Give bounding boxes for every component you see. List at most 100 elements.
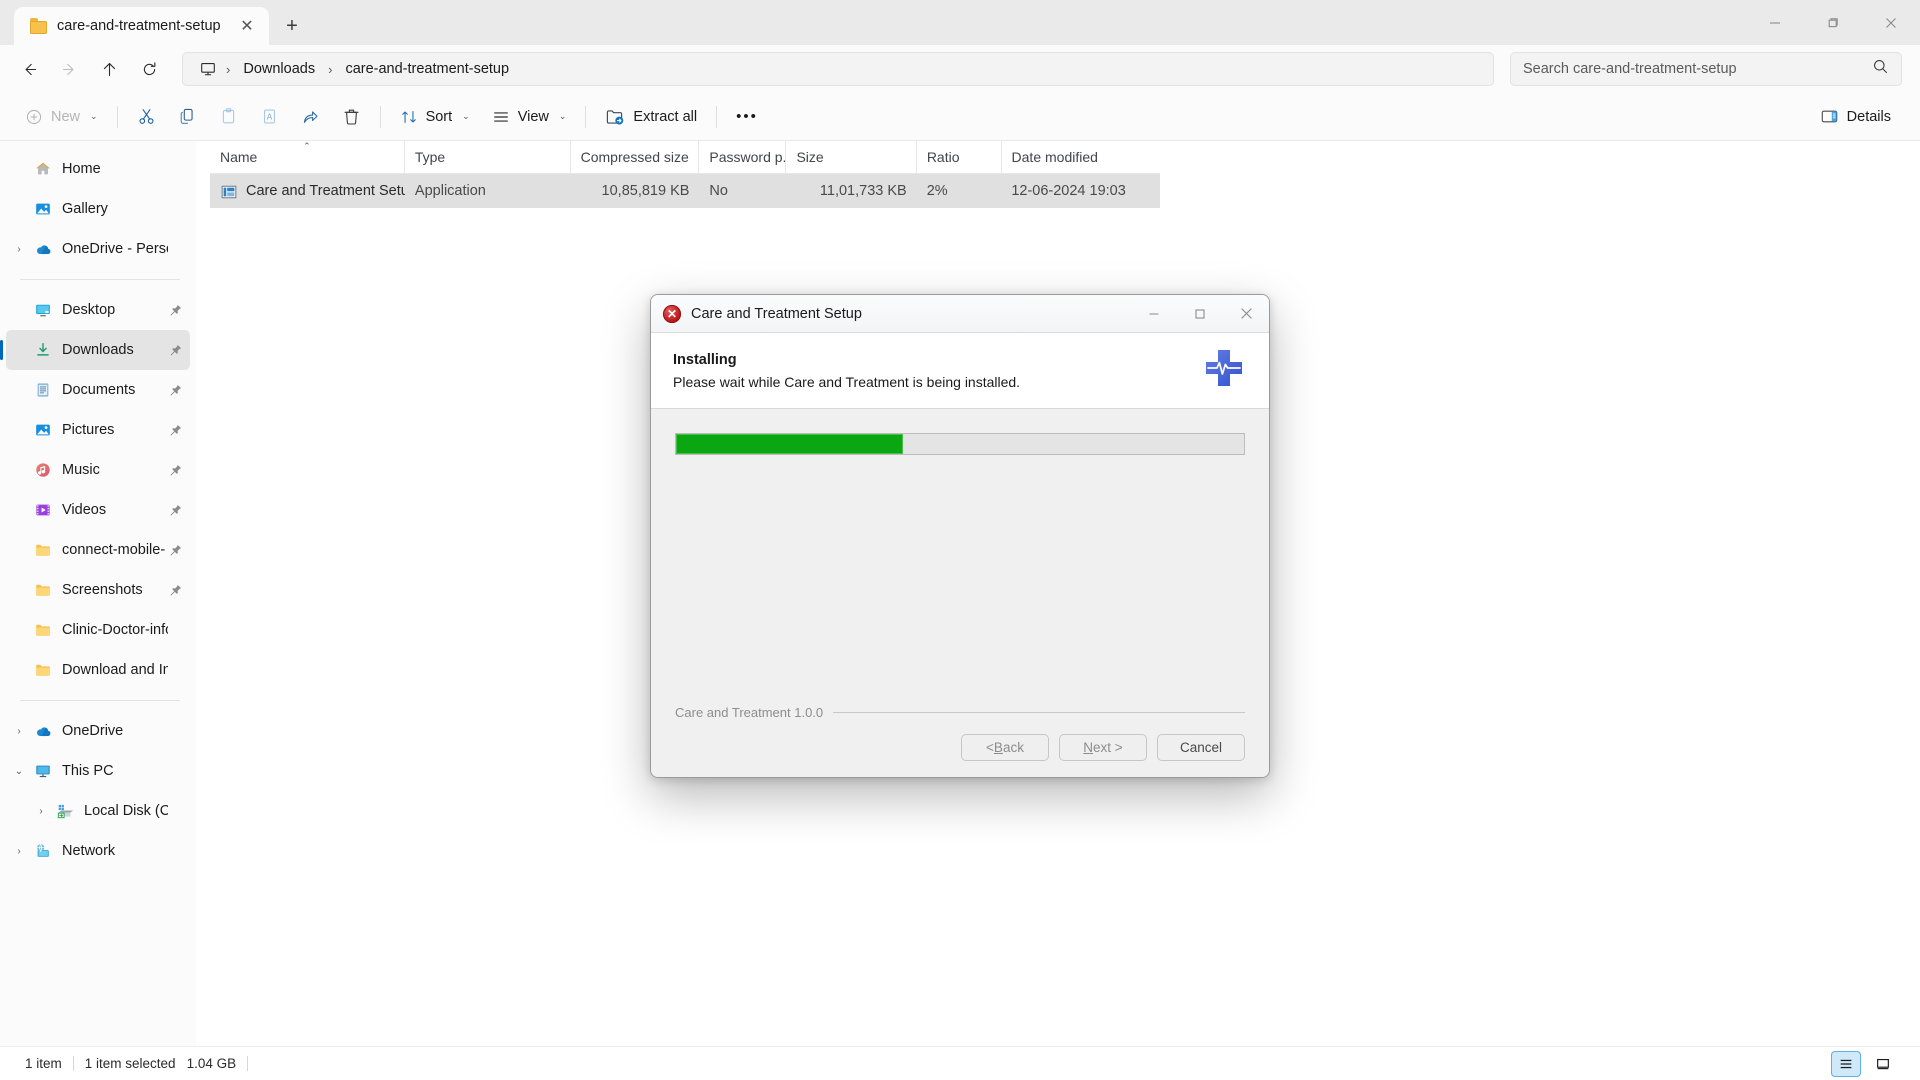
svg-text:A: A: [266, 112, 272, 121]
pin-icon[interactable]: [168, 463, 184, 477]
sort-button[interactable]: Sort ⌄: [389, 100, 481, 134]
copy-button[interactable]: [167, 100, 208, 134]
chevron-right-icon[interactable]: ›: [6, 726, 32, 737]
sidebar-item-videos[interactable]: Videos: [6, 490, 190, 530]
sidebar-item-label: Download and Instа: [62, 662, 168, 678]
overflow-menu-button[interactable]: •••: [725, 100, 769, 134]
column-header-name[interactable]: ⌃ Name: [210, 141, 405, 173]
sort-label: Sort: [425, 108, 453, 125]
disk-icon: [54, 802, 76, 820]
table-row[interactable]: Care and Treatment Setup 1.0.0 Applicatio…: [210, 174, 1160, 208]
delete-button[interactable]: [331, 100, 372, 134]
folder-icon: [32, 581, 54, 599]
up-button[interactable]: [90, 52, 128, 86]
cell-compressed-size: 10,85,819 KB: [571, 183, 700, 199]
pin-icon[interactable]: [168, 383, 184, 397]
column-header-ratio[interactable]: Ratio: [917, 141, 1002, 173]
paste-button[interactable]: [208, 100, 249, 134]
cell-ratio: 2%: [917, 183, 1002, 199]
column-header-date-modified[interactable]: Date modified: [1002, 141, 1160, 173]
details-pane-button[interactable]: Details: [1809, 100, 1902, 134]
next-button[interactable]: Next >: [1059, 734, 1147, 761]
share-button[interactable]: [290, 100, 331, 134]
setup-maximize-button[interactable]: [1177, 295, 1223, 333]
maximize-button[interactable]: [1804, 0, 1862, 45]
forward-button[interactable]: [50, 52, 88, 86]
details-pane-icon[interactable]: [1868, 1051, 1898, 1077]
desktop-icon: [32, 301, 54, 319]
sidebar-item-local-disk-c[interactable]: › Local Disk (C:): [28, 791, 190, 831]
back-button[interactable]: < Back: [961, 734, 1049, 761]
documents-icon: [32, 381, 54, 399]
pin-icon[interactable]: [168, 503, 184, 517]
column-header-password-p[interactable]: Password p...: [699, 141, 787, 173]
application-icon: [220, 183, 237, 200]
sidebar-item-network[interactable]: › Network: [6, 831, 190, 871]
chevron-right-icon[interactable]: ›: [6, 846, 32, 857]
setup-brand: Care and Treatment 1.0.0: [675, 705, 824, 720]
column-headers: ⌃ Name Type Compressed size Password p... Siz…: [210, 141, 1160, 174]
search-box[interactable]: [1510, 52, 1902, 86]
new-button[interactable]: New ⌄: [14, 100, 109, 134]
close-button[interactable]: [1862, 0, 1920, 45]
pin-icon[interactable]: [168, 343, 184, 357]
chevron-right-icon[interactable]: ›: [6, 244, 32, 255]
title-bar: care-and-treatment-setup ✕ +: [0, 0, 1920, 45]
close-icon[interactable]: ✕: [233, 12, 261, 40]
sidebar-item-desktop[interactable]: Desktop: [6, 290, 190, 330]
back-button[interactable]: [10, 52, 48, 86]
this-pc-icon[interactable]: [195, 60, 221, 78]
cut-button[interactable]: [126, 100, 167, 134]
extract-all-button[interactable]: Extract all: [594, 100, 708, 134]
sidebar-item-gallery[interactable]: Gallery: [6, 189, 190, 229]
new-label: New: [51, 108, 81, 125]
sidebar-item-download-and-inst[interactable]: Download and Instа: [6, 650, 190, 690]
pin-icon[interactable]: [168, 543, 184, 557]
status-bar: 1 item 1 item selected 1.04 GB: [0, 1046, 1920, 1080]
sidebar-item-downloads[interactable]: Downloads: [0, 330, 190, 370]
view-button[interactable]: View ⌄: [481, 100, 578, 134]
rename-button[interactable]: A: [249, 100, 290, 134]
tab-label: care-and-treatment-setup: [57, 18, 221, 34]
sidebar-item-onedrive-persona[interactable]: › OneDrive - Persona: [6, 229, 190, 269]
cell-type: Application: [405, 183, 571, 199]
setup-title-bar[interactable]: ✕ Care and Treatment Setup: [651, 295, 1269, 333]
chevron-down-icon[interactable]: ⌄: [6, 766, 32, 777]
sidebar-item-label: connect-mobile-: [62, 542, 166, 558]
pictures-icon: [32, 421, 54, 439]
sidebar-item-connect-mobile[interactable]: connect-mobile-: [6, 530, 190, 570]
sidebar-item-screenshots[interactable]: Screenshots: [6, 570, 190, 610]
search-icon[interactable]: [1872, 58, 1889, 80]
pin-icon[interactable]: [168, 303, 184, 317]
breadcrumb-downloads[interactable]: Downloads: [235, 58, 323, 80]
sidebar-item-home[interactable]: Home: [6, 149, 190, 189]
breadcrumb[interactable]: › Downloads › care-and-treatment-setup: [182, 52, 1494, 86]
list-view-icon[interactable]: [1831, 1050, 1861, 1077]
cancel-button[interactable]: Cancel: [1157, 734, 1245, 761]
sidebar-item-music[interactable]: Music: [6, 450, 190, 490]
pin-icon[interactable]: [168, 583, 184, 597]
search-input[interactable]: [1523, 61, 1872, 77]
sidebar-item-label: Local Disk (C:): [84, 803, 168, 819]
column-header-compressed-size[interactable]: Compressed size: [571, 141, 700, 173]
chevron-right-icon[interactable]: ›: [28, 806, 54, 817]
divider: [247, 1056, 249, 1071]
column-header-size[interactable]: Size: [786, 141, 917, 173]
cell-password-protected: No: [699, 183, 786, 199]
sidebar-item-onedrive[interactable]: › OneDrive: [6, 711, 190, 751]
sidebar-item-documents[interactable]: Documents: [6, 370, 190, 410]
setup-close-button[interactable]: [1223, 295, 1269, 333]
column-header-type[interactable]: Type: [405, 141, 571, 173]
refresh-button[interactable]: [130, 52, 168, 86]
breadcrumb-current-folder[interactable]: care-and-treatment-setup: [337, 58, 517, 80]
sidebar-item-pictures[interactable]: Pictures: [6, 410, 190, 450]
tab-care-and-treatment-setup[interactable]: care-and-treatment-setup ✕: [14, 7, 269, 45]
setup-minimize-button[interactable]: [1131, 295, 1177, 333]
minimize-button[interactable]: [1746, 0, 1804, 45]
sidebar-item-this-pc[interactable]: ⌄ This PC: [6, 751, 190, 791]
new-tab-button[interactable]: +: [275, 9, 309, 43]
cell-text: No: [709, 183, 728, 199]
pin-icon[interactable]: [168, 423, 184, 437]
sidebar-item-clinic-doctor-info[interactable]: Clinic-Doctor-info: [6, 610, 190, 650]
column-header-label: Password p...: [709, 149, 787, 165]
